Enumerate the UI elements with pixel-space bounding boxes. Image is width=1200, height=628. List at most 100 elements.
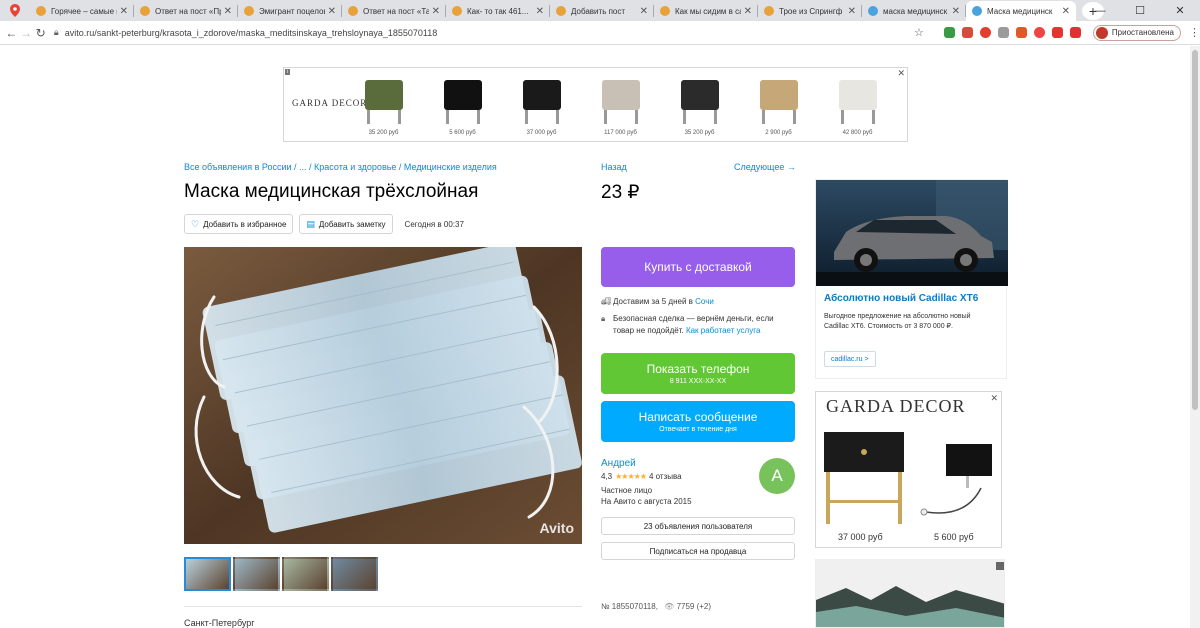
bookmark-star-icon[interactable]: ☆	[914, 26, 924, 39]
extension-icon[interactable]	[997, 27, 1009, 38]
ad-product-image	[513, 72, 571, 128]
delivery-city-link[interactable]: Сочи	[695, 297, 714, 306]
masks-photo-image	[184, 247, 582, 544]
add-favorite-button[interactable]: ♡ Добавить в избранное	[184, 214, 294, 234]
ad-product-price: 5 600 руб	[449, 130, 476, 136]
rating-value: 4,3	[601, 472, 613, 481]
ad-product-image	[434, 72, 492, 128]
seller-rating[interactable]: 4,3 ★★★★★ 4 отзыва	[601, 472, 682, 481]
tab-title: Ответ на пост «Пр	[155, 6, 221, 16]
ad-product-price: 42 800 руб	[842, 130, 873, 136]
browser-tab[interactable]: Маска медицинск ✕	[966, 1, 1076, 21]
response-time: Отвечает в течение дня	[659, 426, 737, 433]
ad-close-icon[interactable]: ✕	[990, 393, 998, 404]
profile-avatar	[1095, 26, 1108, 39]
photo-thumbnail[interactable]	[233, 557, 280, 591]
extension-icon[interactable]	[979, 27, 991, 38]
browser-tab[interactable]: Горячее – самые и ✕	[30, 1, 134, 21]
safe-deal-link[interactable]: Как работает услуга	[686, 326, 760, 335]
cadillac-ad[interactable]: Абсолютно новый Cadillac XT6 Выгодное пр…	[815, 179, 1008, 379]
back-arrow-icon[interactable]: ←	[4, 22, 19, 44]
extension-icon[interactable]	[1015, 27, 1027, 38]
buy-with-delivery-button[interactable]: Купить с доставкой	[601, 247, 795, 287]
back-link[interactable]: Назад	[601, 162, 627, 172]
scrollbar-thumb[interactable]	[1192, 50, 1198, 410]
tab-close-icon[interactable]: ✕	[744, 6, 752, 17]
photo-thumbnail[interactable]	[184, 557, 231, 591]
extension-icon[interactable]	[1033, 27, 1045, 38]
forward-arrow-icon[interactable]: →	[19, 22, 34, 44]
ad-product[interactable]: 35 200 руб	[660, 72, 739, 136]
extension-icon[interactable]	[943, 27, 955, 38]
ad-product[interactable]: 35 200 руб	[344, 72, 423, 136]
maps-pinned-tab[interactable]	[0, 0, 30, 21]
window-controls: — ☐ ✕	[1080, 0, 1200, 21]
add-note-button[interactable]: ▤ Добавить заметку	[299, 214, 393, 234]
browser-tab[interactable]: Трое из Спрингф ✕	[758, 1, 862, 21]
tab-close-icon[interactable]: ✕	[1062, 6, 1070, 17]
ad-product-image	[592, 72, 650, 128]
tab-favicon-icon	[244, 6, 254, 16]
garda-price-1: 37 000 руб	[838, 532, 883, 542]
minimize-icon[interactable]: —	[1080, 0, 1120, 21]
main-photo[interactable]: Avito	[184, 247, 582, 544]
tab-close-icon[interactable]: ✕	[952, 6, 960, 17]
ad-product-price: 2 900 руб	[765, 130, 792, 136]
seller-name-link[interactable]: Андрей	[601, 458, 636, 469]
ad-product[interactable]: 42 800 руб	[818, 72, 897, 136]
breadcrumb[interactable]: Все объявления в России / ... / Красота …	[184, 162, 497, 172]
ad-product-price: 35 200 руб	[684, 130, 715, 136]
photo-thumbnail[interactable]	[331, 557, 378, 591]
avito-watermark: Avito	[539, 520, 574, 536]
cadillac-ad-title[interactable]: Абсолютно новый Cadillac XT6	[824, 293, 978, 304]
tab-close-icon[interactable]: ✕	[640, 6, 648, 17]
reload-icon[interactable]: ↻	[33, 22, 48, 44]
browser-tab[interactable]: маска медицинск ✕	[862, 1, 966, 21]
show-phone-label: Показать телефон	[646, 362, 750, 376]
ad-close-icon[interactable]: ✕	[897, 68, 905, 79]
subscribe-seller-button[interactable]: Подписаться на продавца	[601, 542, 795, 560]
ad-product[interactable]: 117 000 руб	[581, 72, 660, 136]
seller-avatar[interactable]: А	[759, 458, 795, 494]
browser-tab[interactable]: Добавить пост ✕	[550, 1, 654, 21]
phone-number-masked: 8 911 XXX-XX-XX	[669, 378, 727, 385]
top-ad-banner[interactable]: i ✕ GARDA DECOR 35 200 руб 5 600 руб 37 00…	[283, 67, 908, 142]
listing-city: Санкт-Петербург	[184, 618, 255, 628]
tab-favicon-icon	[36, 6, 46, 16]
eye-icon: 👁︎	[664, 602, 675, 611]
ad-product[interactable]: 5 600 руб	[423, 72, 502, 136]
tab-close-icon[interactable]: ✕	[432, 6, 440, 17]
photo-thumbnail[interactable]	[282, 557, 329, 591]
tab-close-icon[interactable]: ✕	[848, 6, 856, 17]
browser-tab[interactable]: Как мы сидим в са ✕	[654, 1, 758, 21]
browser-menu-icon[interactable]: ⋮	[1189, 26, 1200, 39]
cadillac-ad-link[interactable]: cadillac.ru >	[824, 351, 876, 367]
ad-product-image	[750, 72, 808, 128]
user-ads-button[interactable]: 23 объявления пользователя	[601, 517, 795, 535]
third-ad[interactable]	[815, 559, 1005, 628]
tab-close-icon[interactable]: ✕	[224, 6, 232, 17]
write-message-button[interactable]: Написать сообщение Отвечает в течение дн…	[601, 401, 795, 442]
show-phone-button[interactable]: Показать телефон 8 911 XXX-XX-XX	[601, 353, 795, 394]
tab-close-icon[interactable]: ✕	[536, 6, 544, 17]
browser-tab[interactable]: Ответ на пост «Та ✕	[342, 1, 446, 21]
browser-tab[interactable]: Как- то так 461... ✕	[446, 1, 550, 21]
extension-icon[interactable]	[961, 27, 973, 38]
garda-decor-ad[interactable]: ✕ GARDA DECOR 37 000 руб 5 600 руб	[815, 391, 1002, 548]
ad-product-price: 35 200 руб	[368, 130, 399, 136]
tab-close-icon[interactable]: ✕	[328, 6, 336, 17]
extension-icon[interactable]	[1069, 27, 1081, 38]
tab-close-icon[interactable]: ✕	[120, 6, 128, 17]
url-field[interactable]: 🔒︎ avito.ru/sankt-peterburg/krasota_i_zd…	[54, 23, 924, 43]
close-window-icon[interactable]: ✕	[1160, 0, 1200, 21]
ad-product[interactable]: 2 900 руб	[739, 72, 818, 136]
heart-icon: ♡	[191, 218, 200, 229]
browser-tab[interactable]: Ответ на пост «Пр ✕	[134, 1, 238, 21]
profile-button[interactable]: Приостановлена	[1092, 24, 1181, 41]
browser-tab[interactable]: Эмигрант поцелов ✕	[238, 1, 342, 21]
extension-icon[interactable]	[1051, 27, 1063, 38]
page-scrollbar[interactable]	[1190, 46, 1200, 628]
maximize-icon[interactable]: ☐	[1120, 0, 1160, 21]
ad-product[interactable]: 37 000 руб	[502, 72, 581, 136]
next-link[interactable]: Следующее →	[734, 162, 796, 172]
